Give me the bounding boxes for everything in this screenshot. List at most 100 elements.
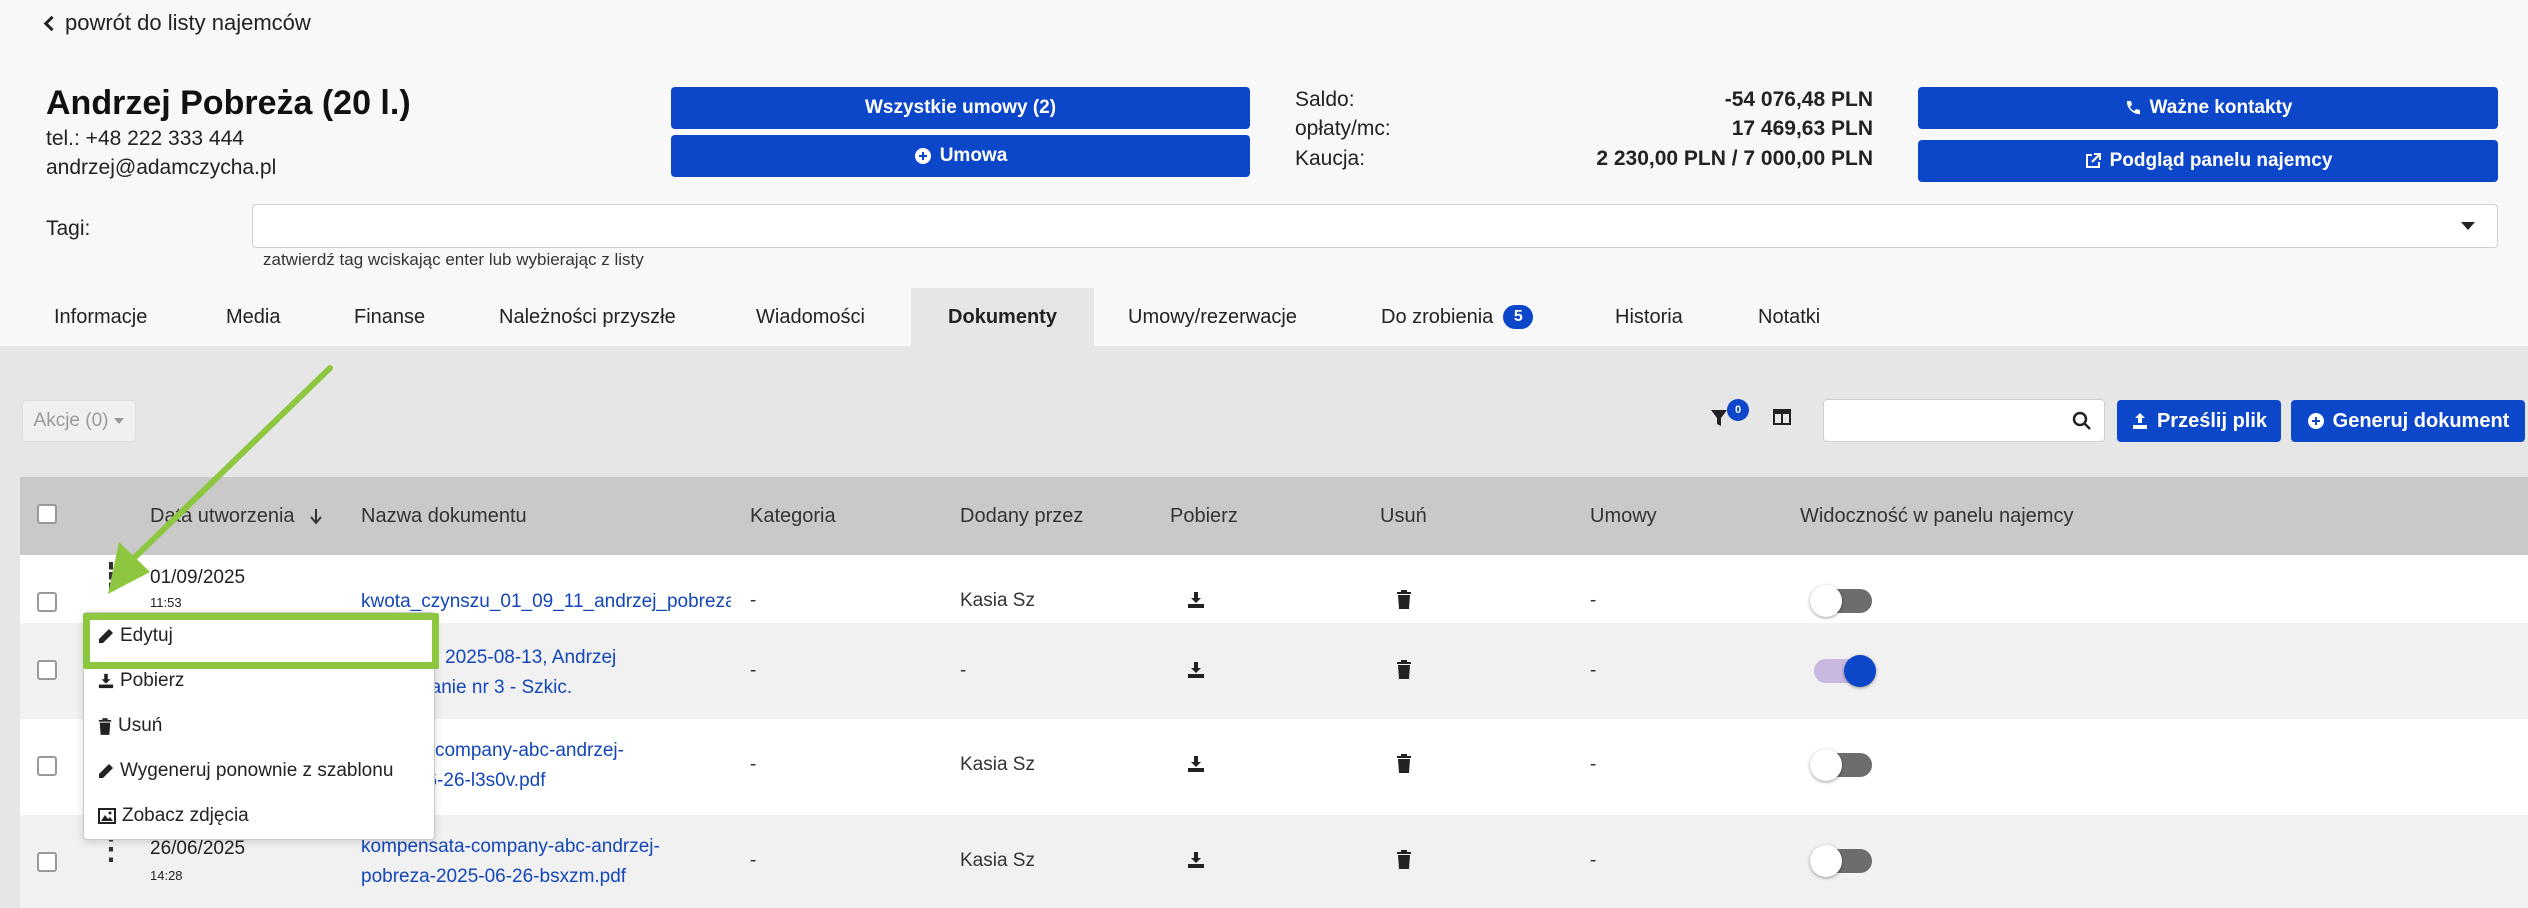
row-added-by: - — [960, 660, 967, 681]
actions-label: Akcje (0) — [33, 410, 109, 431]
all-contracts-button[interactable]: Wszystkie umowy (2) — [671, 87, 1250, 129]
upload-icon — [2132, 413, 2147, 429]
tab-notatki[interactable]: Notatki — [1738, 288, 1840, 346]
panel-preview-button[interactable]: Podgląd panelu najemcy — [1918, 140, 2498, 182]
filter-icon[interactable] — [1709, 406, 1729, 430]
menu-item-download[interactable]: Pobierz — [98, 670, 184, 692]
row-category: - — [750, 754, 757, 775]
visibility-toggle[interactable] — [1814, 655, 1876, 687]
tab-do-zrobienia[interactable]: Do zrobienia 5 — [1361, 288, 1553, 346]
row-actions-menu-icon[interactable]: ⋮ — [96, 835, 126, 865]
tab-finanse[interactable]: Finanse — [334, 288, 445, 346]
row-contracts: - — [1590, 850, 1597, 871]
tab-label: Historia — [1615, 305, 1683, 328]
toggle-knob — [1810, 585, 1842, 617]
tab-dokumenty[interactable]: Dokumenty — [911, 288, 1094, 346]
generate-document-button[interactable]: Generuj dokument — [2291, 400, 2525, 442]
plus-circle-icon — [2307, 413, 2324, 429]
visibility-toggle[interactable] — [1810, 585, 1872, 617]
trash-icon — [98, 717, 112, 735]
tenant-name: Andrzej Pobreża (20 l.) — [46, 84, 411, 122]
row-added-by: Kasia Sz — [960, 754, 1035, 775]
download-icon[interactable] — [1187, 591, 1205, 609]
panel-preview-label: Podgląd panelu najemcy — [2109, 150, 2333, 171]
tab-label: Informacje — [54, 305, 148, 328]
phone-icon — [2126, 101, 2140, 115]
deposit-label: Kaucja: — [1295, 147, 1366, 170]
chevron-left-icon — [43, 15, 60, 31]
row-checkbox[interactable] — [37, 756, 57, 776]
plus-circle-icon — [914, 148, 931, 164]
all-contracts-label: Wszystkie umowy (2) — [864, 97, 1057, 118]
tab-label: Notatki — [1758, 305, 1821, 328]
trash-icon[interactable] — [1396, 850, 1412, 869]
tab-label: Należności przyszłe — [499, 305, 676, 328]
toggle-knob — [1810, 845, 1842, 877]
tab-label: Finanse — [354, 305, 426, 328]
document-link-line: pobreza-2025-06-26-bsxzm.pdf — [361, 866, 627, 887]
saldo-value: -54 076,48 PLN — [1724, 88, 1873, 111]
download-icon — [98, 673, 114, 689]
tab-bar: Informacje Media Finanse Należności przy… — [0, 288, 2528, 346]
generate-document-label: Generuj dokument — [2332, 409, 2510, 432]
tab-historia[interactable]: Historia — [1595, 288, 1703, 346]
row-date: 26/06/2025 — [150, 838, 246, 859]
column-header-date[interactable]: Data utworzenia — [150, 477, 323, 555]
row-actions-menu-icon[interactable]: ⋮ — [96, 560, 126, 590]
upload-file-button[interactable]: Prześlij plik — [2117, 400, 2281, 442]
upload-file-label: Prześlij plik — [2156, 409, 2268, 432]
row-added-by: Kasia Sz — [960, 590, 1035, 611]
download-icon[interactable] — [1187, 755, 1205, 773]
row-contracts: - — [1590, 754, 1597, 775]
sort-down-icon[interactable] — [309, 507, 323, 525]
row-time: 14:28 — [150, 868, 183, 883]
menu-item-delete[interactable]: Usuń — [98, 715, 162, 737]
menu-item-view-photos[interactable]: Zobacz zdjęcia — [98, 805, 249, 827]
column-header-name[interactable]: Nazwa dokumentu — [361, 477, 527, 555]
important-contacts-button[interactable]: Ważne kontakty — [1918, 87, 2498, 129]
trash-icon[interactable] — [1396, 660, 1412, 679]
menu-item-label: Wygeneruj ponownie z szablonu — [120, 760, 394, 781]
visibility-toggle[interactable] — [1810, 845, 1872, 877]
row-added-by: Kasia Sz — [960, 850, 1035, 871]
important-contacts-label: Ważne kontakty — [2149, 97, 2293, 118]
tags-input[interactable] — [252, 204, 2498, 248]
fees-label: opłaty/mc: — [1295, 117, 1391, 140]
tab-informacje[interactable]: Informacje — [34, 288, 167, 346]
row-date: 01/09/2025 — [150, 567, 246, 588]
search-input[interactable] — [1823, 399, 2105, 442]
menu-item-label: Zobacz zdjęcia — [122, 805, 249, 826]
visibility-toggle[interactable] — [1810, 749, 1872, 781]
tab-umowy-rezerwacje[interactable]: Umowy/rezerwacje — [1108, 288, 1317, 346]
fees-value: 17 469,63 PLN — [1731, 117, 1873, 140]
back-link[interactable]: powrót do listy najemców — [42, 10, 311, 36]
select-all-checkbox[interactable] — [37, 504, 57, 524]
add-contract-button[interactable]: Umowa — [671, 135, 1250, 177]
tab-media[interactable]: Media — [206, 288, 300, 346]
columns-icon[interactable] — [1772, 407, 1792, 427]
column-header-contracts[interactable]: Umowy — [1590, 477, 1657, 555]
deposit-value: 2 230,00 PLN / 7 000,00 PLN — [1596, 147, 1873, 170]
tab-label: Umowy/rezerwacje — [1128, 305, 1297, 328]
todo-count-badge: 5 — [1503, 305, 1534, 329]
menu-item-regenerate[interactable]: Wygeneruj ponownie z szablonu — [98, 760, 393, 782]
tab-naleznosci[interactable]: Należności przyszłe — [479, 288, 696, 346]
tab-wiadomosci[interactable]: Wiadomości — [736, 288, 885, 346]
image-icon — [98, 808, 116, 824]
actions-dropdown[interactable]: Akcje (0) — [22, 400, 136, 442]
trash-icon[interactable] — [1396, 754, 1412, 773]
row-category: - — [750, 590, 757, 611]
row-checkbox[interactable] — [37, 660, 57, 680]
column-header-category[interactable]: Kategoria — [750, 477, 836, 555]
column-header-added-by[interactable]: Dodany przez — [960, 477, 1083, 555]
search-icon[interactable] — [2072, 411, 2092, 431]
column-header-visibility[interactable]: Widoczność w panelu najemcy — [1800, 477, 2073, 555]
dropdown-caret-icon[interactable] — [2461, 222, 2475, 230]
download-icon[interactable] — [1187, 661, 1205, 679]
row-checkbox[interactable] — [37, 852, 57, 872]
trash-icon[interactable] — [1396, 590, 1412, 609]
download-icon[interactable] — [1187, 851, 1205, 869]
tags-label: Tagi: — [46, 217, 91, 240]
document-link[interactable]: kompensata-company-abc-andrzej- pobreza-… — [361, 832, 731, 892]
row-checkbox[interactable] — [37, 592, 57, 612]
